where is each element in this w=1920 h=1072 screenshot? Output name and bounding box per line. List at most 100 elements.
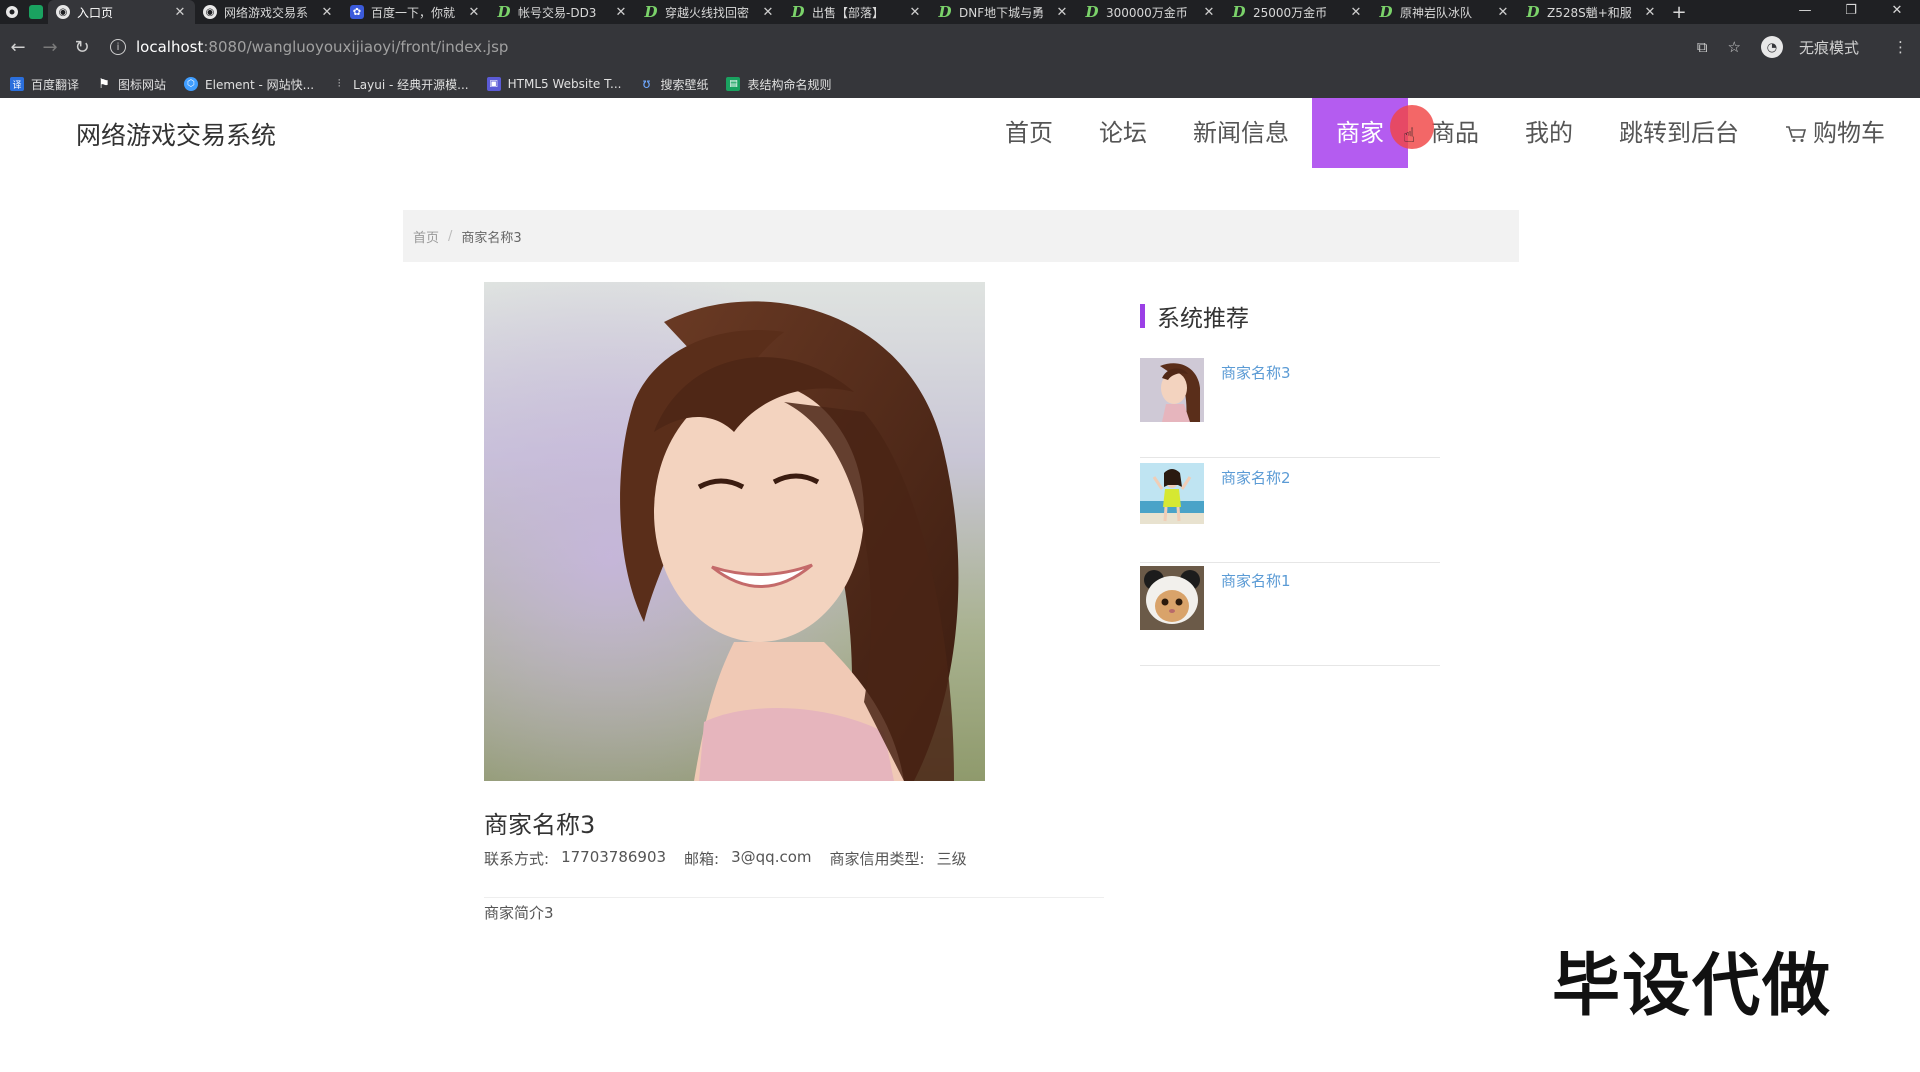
incognito-badge[interactable]: ◔ 无痕模式 bbox=[1751, 36, 1869, 58]
contact-label: 联系方式: bbox=[484, 850, 550, 868]
recommend-item-name[interactable]: 商家名称3 bbox=[1221, 362, 1291, 383]
shop-intro: 商家简介3 bbox=[484, 904, 554, 922]
browser-tab-bar: ◉ 入口页 ✕ ◉ 网络游戏交易系 ✕ ✿ 百度一下，你就 ✕ D 帐号交易-D… bbox=[0, 0, 1920, 24]
minimize-icon[interactable]: — bbox=[1782, 0, 1828, 24]
browser-tab[interactable]: ✿ 百度一下，你就 ✕ bbox=[342, 0, 489, 24]
browser-tab[interactable]: D 帐号交易-DD3 ✕ bbox=[489, 0, 636, 24]
bookmark-item[interactable]: ⚑ 图标网站 bbox=[97, 76, 166, 93]
browser-tab[interactable]: D 25000万金币 ✕ bbox=[1224, 0, 1371, 24]
nav-goods[interactable]: 商品 bbox=[1408, 98, 1502, 168]
recommend-item[interactable]: 商家名称2 bbox=[1140, 463, 1440, 563]
new-tab-button[interactable]: + bbox=[1665, 2, 1693, 23]
bookmark-item[interactable]: ▣ HTML5 Website T... bbox=[486, 77, 621, 91]
recommend-thumbnail[interactable] bbox=[1140, 566, 1204, 630]
d-site-icon: D bbox=[1379, 3, 1393, 21]
reload-icon[interactable]: ↻ bbox=[66, 37, 98, 58]
browser-toolbar: ← → ↻ i localhost:8080/wangluoyouxijiaoy… bbox=[0, 24, 1920, 70]
heading-accent-bar bbox=[1140, 304, 1145, 328]
recommend-item-name[interactable]: 商家名称1 bbox=[1221, 570, 1291, 591]
bookmark-item[interactable]: ⬡ Element - 网站快... bbox=[184, 76, 314, 93]
back-arrow-icon[interactable]: ← bbox=[2, 37, 34, 58]
nav-mine[interactable]: 我的 bbox=[1502, 98, 1596, 168]
close-tab-icon[interactable]: ✕ bbox=[173, 5, 187, 20]
globe-icon: ◉ bbox=[203, 5, 217, 19]
d-site-icon: D bbox=[938, 3, 952, 21]
d-site-icon: D bbox=[1085, 3, 1099, 21]
browser-tab[interactable]: D 穿越火线找回密 ✕ bbox=[636, 0, 783, 24]
credit-label: 商家信用类型: bbox=[829, 850, 925, 868]
d-site-icon: D bbox=[1232, 3, 1246, 21]
close-tab-icon[interactable]: ✕ bbox=[614, 5, 628, 20]
d-site-icon: D bbox=[644, 3, 658, 21]
browser-tab[interactable]: D 出售【部落】 ✕ bbox=[783, 0, 930, 24]
main-nav: 首页 论坛 新闻信息 商家 商品 我的 跳转到后台 购物车 bbox=[982, 98, 1908, 168]
bookmark-favicon-icon: 译 bbox=[10, 77, 24, 91]
close-tab-icon[interactable]: ✕ bbox=[320, 5, 334, 20]
close-tab-icon[interactable]: ✕ bbox=[761, 5, 775, 20]
cart-icon bbox=[1786, 126, 1807, 142]
nav-news[interactable]: 新闻信息 bbox=[1170, 98, 1312, 168]
forward-arrow-icon[interactable]: → bbox=[34, 37, 66, 58]
bookmark-item[interactable]: 译 百度翻译 bbox=[10, 76, 79, 93]
nav-cart[interactable]: 购物车 bbox=[1762, 98, 1908, 168]
browser-menu-icon[interactable] bbox=[0, 0, 24, 24]
browser-tab[interactable]: ◉ 入口页 ✕ bbox=[48, 0, 195, 24]
site-info-icon[interactable]: i bbox=[110, 39, 126, 55]
incognito-icon: ◔ bbox=[1760, 36, 1783, 58]
divider bbox=[484, 897, 1104, 898]
d-site-icon: D bbox=[791, 3, 805, 21]
restore-icon[interactable]: ❐ bbox=[1828, 0, 1874, 24]
element-logo-icon: ⬡ bbox=[184, 77, 199, 91]
email-label: 邮箱: bbox=[684, 850, 720, 868]
shop-photo bbox=[484, 282, 985, 781]
browser-tab[interactable]: D Z528S魈+和服 ✕ bbox=[1518, 0, 1665, 24]
recommend-item[interactable]: 商家名称1 bbox=[1140, 566, 1440, 666]
recommend-item-name[interactable]: 商家名称2 bbox=[1221, 467, 1291, 488]
nav-forum[interactable]: 论坛 bbox=[1076, 98, 1170, 168]
html5-template-icon: ▣ bbox=[486, 77, 501, 91]
layui-logo-icon: ⫶ bbox=[337, 77, 341, 90]
close-tab-icon[interactable]: ✕ bbox=[908, 5, 922, 20]
close-tab-icon[interactable]: ✕ bbox=[467, 5, 481, 20]
credit-value: 三级 bbox=[936, 850, 967, 868]
translate-icon[interactable]: ⧉ bbox=[1697, 38, 1708, 56]
browser-tab[interactable]: D 300000万金币 ✕ bbox=[1077, 0, 1224, 24]
close-tab-icon[interactable]: ✕ bbox=[1643, 5, 1657, 20]
flag-icon: ⚑ bbox=[98, 76, 110, 92]
recommend-thumbnail[interactable] bbox=[1140, 358, 1204, 422]
bookmark-star-icon[interactable]: ☆ bbox=[1728, 38, 1741, 56]
window-controls: — ❐ ✕ bbox=[1782, 0, 1920, 24]
d-site-icon: D bbox=[497, 3, 511, 21]
globe-icon: ◉ bbox=[56, 5, 70, 19]
d-site-icon: D bbox=[1526, 3, 1540, 21]
close-tab-icon[interactable]: ✕ bbox=[1496, 5, 1510, 20]
email-value: 3@qq.com bbox=[731, 848, 812, 866]
close-tab-icon[interactable]: ✕ bbox=[1202, 5, 1216, 20]
sheet-icon: ▤ bbox=[726, 77, 741, 91]
bookmark-item[interactable]: ▤ 表结构命名规则 bbox=[726, 76, 831, 93]
bookmarks-bar: 译 百度翻译 ⚑ 图标网站 ⬡ Element - 网站快... ⫶ Layui… bbox=[0, 70, 1920, 98]
browser-tab[interactable]: D DNF地下城与勇 ✕ bbox=[930, 0, 1077, 24]
recommend-item[interactable]: 商家名称3 bbox=[1140, 358, 1440, 458]
browser-tab[interactable]: D 原神岩队冰队 ✕ bbox=[1371, 0, 1518, 24]
bookmark-item[interactable]: ⫶ Layui - 经典开源模... bbox=[332, 76, 469, 93]
breadcrumb-home[interactable]: 首页 bbox=[413, 227, 439, 246]
close-tab-icon[interactable]: ✕ bbox=[1349, 5, 1363, 20]
nav-home[interactable]: 首页 bbox=[982, 98, 1076, 168]
breadcrumb-current: 商家名称3 bbox=[461, 230, 522, 246]
url-path: :8080/wangluoyouxijiaoyi/front/index.jsp bbox=[203, 38, 509, 56]
address-bar[interactable]: i localhost:8080/wangluoyouxijiaoyi/fron… bbox=[110, 32, 1720, 62]
pointer-hand-icon: ☝ bbox=[1403, 123, 1416, 147]
contact-value: 17703786903 bbox=[561, 848, 667, 866]
pinned-tab-icon[interactable] bbox=[24, 0, 48, 24]
breadcrumb: 首页 / 商家名称3 bbox=[403, 210, 1519, 262]
close-window-icon[interactable]: ✕ bbox=[1874, 0, 1920, 24]
browser-tab[interactable]: ◉ 网络游戏交易系 ✕ bbox=[195, 0, 342, 24]
more-menu-icon[interactable]: ⋮ bbox=[1893, 38, 1908, 56]
bookmark-item[interactable]: ʊ 搜索壁纸 bbox=[639, 76, 708, 93]
recommend-heading: 系统推荐 bbox=[1140, 302, 1249, 332]
recommend-thumbnail[interactable] bbox=[1140, 463, 1204, 524]
nav-admin[interactable]: 跳转到后台 bbox=[1596, 98, 1762, 168]
close-tab-icon[interactable]: ✕ bbox=[1055, 5, 1069, 20]
nav-merchants[interactable]: 商家 bbox=[1312, 98, 1408, 168]
